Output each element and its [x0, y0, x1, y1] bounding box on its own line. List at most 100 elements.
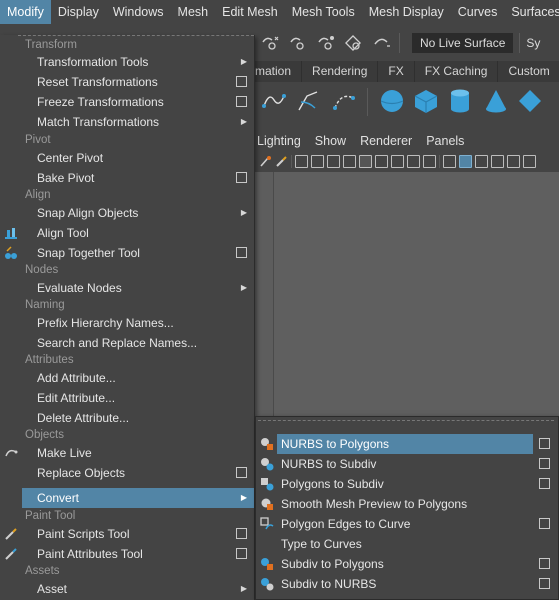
tab-fx[interactable]: FX	[378, 61, 415, 82]
menu-item-bake-pivot[interactable]: Bake Pivot	[22, 168, 254, 188]
nurbs-cone-icon[interactable]	[483, 88, 509, 114]
menu-item-label: Edit Attribute...	[37, 391, 116, 405]
option-box-icon[interactable]	[236, 548, 247, 559]
menu-item-evaluate-nodes[interactable]: Evaluate Nodes ▶	[22, 278, 254, 298]
menu-item-delete-attribute[interactable]: Delete Attribute...	[22, 408, 254, 428]
film-gate-icon[interactable]	[311, 154, 324, 168]
ep-curve-icon[interactable]	[295, 88, 321, 114]
menu-item-match-transformations[interactable]: Match Transformations ▶	[22, 112, 254, 132]
submenu-item-smooth-mesh-preview[interactable]: Smooth Mesh Preview to Polygons	[277, 494, 533, 514]
tab-animation[interactable]: mation	[255, 61, 303, 82]
nurbs-sphere-icon[interactable]	[379, 88, 405, 114]
submenu-item-nurbs-to-subdiv[interactable]: NURBS to Subdiv	[277, 454, 533, 474]
menu-item-search-replace-names[interactable]: Search and Replace Names...	[22, 333, 254, 353]
nurbs-cube-icon[interactable]	[413, 88, 439, 114]
brush-icon[interactable]	[275, 155, 288, 168]
menu-item-make-live[interactable]: Make Live	[22, 443, 254, 463]
option-box-icon[interactable]	[236, 172, 247, 183]
menu-windows[interactable]: Windows	[106, 0, 171, 24]
option-box-icon[interactable]	[236, 76, 247, 87]
submenu-item-polygons-to-subdiv[interactable]: Polygons to Subdiv	[277, 474, 533, 494]
smooth-shade-icon[interactable]	[459, 154, 472, 168]
option-box-icon[interactable]	[539, 558, 550, 569]
menu-item-convert[interactable]: Convert ▶	[22, 488, 254, 508]
tab-rendering[interactable]: Rendering	[302, 61, 379, 82]
menu-item-snap-together-tool[interactable]: Snap Together Tool	[22, 243, 254, 263]
wireframe-icon[interactable]	[443, 154, 456, 168]
snap-to-grid-icon[interactable]	[259, 33, 281, 53]
tab-custom[interactable]: Custom	[498, 61, 559, 82]
menu-item-paint-scripts-tool[interactable]: Paint Scripts Tool	[22, 524, 254, 544]
panel-menu-renderer[interactable]: Renderer	[360, 134, 412, 148]
menu-item-label: Snap Align Objects	[37, 206, 139, 220]
gate-mask-icon[interactable]	[343, 154, 356, 168]
menu-mesh-display[interactable]: Mesh Display	[362, 0, 451, 24]
menu-modify[interactable]: Modify	[0, 0, 51, 24]
menu-item-center-pivot[interactable]: Center Pivot	[22, 148, 254, 168]
safe-action-icon[interactable]	[375, 154, 388, 168]
menu-item-label: Search and Replace Names...	[37, 336, 198, 350]
menu-item-paint-attributes-tool[interactable]: Paint Attributes Tool	[22, 544, 254, 564]
menu-item-label: Align Tool	[37, 226, 89, 240]
isolate-icon[interactable]	[423, 154, 436, 168]
menu-item-replace-objects[interactable]: Replace Objects	[22, 463, 254, 483]
curve-tool-icon[interactable]	[261, 88, 287, 114]
text-overlay-icon[interactable]	[407, 154, 420, 168]
option-box-icon[interactable]	[236, 467, 247, 478]
snap-to-view-plane-icon[interactable]	[343, 33, 365, 53]
submenu-item-subdiv-to-nurbs[interactable]: Subdiv to NURBS	[277, 574, 533, 594]
option-box-icon[interactable]	[539, 518, 550, 529]
panel-menu-show[interactable]: Show	[315, 134, 346, 148]
menu-item-edit-attribute[interactable]: Edit Attribute...	[22, 388, 254, 408]
textured-icon[interactable]	[491, 154, 504, 168]
menu-item-align-tool[interactable]: Align Tool	[22, 223, 254, 243]
menu-surfaces[interactable]: Surfaces	[504, 0, 559, 24]
select-camera-icon[interactable]	[259, 155, 272, 168]
make-live-icon[interactable]	[371, 33, 393, 53]
menu-item-freeze-transformations[interactable]: Freeze Transformations	[22, 92, 254, 112]
menu-edit-mesh[interactable]: Edit Mesh	[215, 0, 285, 24]
field-chart-icon[interactable]	[359, 154, 372, 168]
symmetry-field[interactable]: Sy	[526, 36, 540, 50]
menu-item-add-attribute[interactable]: Add Attribute...	[22, 368, 254, 388]
menu-item-transformation-tools[interactable]: Transformation Tools ▶	[22, 52, 254, 72]
menu-item-prefix-hierarchy-names[interactable]: Prefix Hierarchy Names...	[22, 313, 254, 333]
menu-item-asset[interactable]: Asset ▶	[22, 579, 254, 599]
option-box-icon[interactable]	[236, 96, 247, 107]
menu-item-snap-align-objects[interactable]: Snap Align Objects ▶	[22, 203, 254, 223]
option-box-icon[interactable]	[539, 578, 550, 589]
panel-menu-panels[interactable]: Panels	[426, 134, 464, 148]
option-box-icon[interactable]	[539, 458, 550, 469]
use-all-lights-icon[interactable]	[507, 154, 520, 168]
option-box-icon[interactable]	[539, 478, 550, 489]
snap-to-point-icon[interactable]	[315, 33, 337, 53]
submenu-item-polygon-edges-to-curve[interactable]: Polygon Edges to Curve	[277, 514, 533, 534]
menu-mesh-tools[interactable]: Mesh Tools	[285, 0, 362, 24]
resolution-gate-icon[interactable]	[327, 154, 340, 168]
option-box-icon[interactable]	[236, 247, 247, 258]
menu-display[interactable]: Display	[51, 0, 106, 24]
nurbs-cylinder-icon[interactable]	[447, 88, 473, 114]
submenu-tearoff[interactable]	[258, 420, 554, 423]
nurbs-plane-icon[interactable]	[517, 88, 543, 114]
wireframe-on-shaded-icon[interactable]	[475, 154, 488, 168]
live-surface-field[interactable]: No Live Surface	[412, 33, 514, 53]
section-naming: Naming	[25, 299, 65, 311]
tab-fx-caching[interactable]: FX Caching	[415, 61, 499, 82]
safe-title-icon[interactable]	[391, 154, 404, 168]
bezier-curve-icon[interactable]	[331, 88, 357, 114]
submenu-item-type-to-curves[interactable]: Type to Curves	[277, 534, 533, 554]
panel-menu-lighting[interactable]: Lighting	[257, 134, 301, 148]
menu-item-reset-transformations[interactable]: Reset Transformations	[22, 72, 254, 92]
snap-to-curve-icon[interactable]	[287, 33, 309, 53]
nurbs-to-subdiv-icon	[261, 458, 274, 471]
submenu-item-subdiv-to-polygons[interactable]: Subdiv to Polygons	[277, 554, 533, 574]
shadows-icon[interactable]	[523, 154, 536, 168]
menu-curves[interactable]: Curves	[451, 0, 505, 24]
option-box-icon[interactable]	[236, 528, 247, 539]
menu-item-label: Replace Objects	[37, 466, 126, 480]
grid-icon[interactable]	[295, 154, 308, 168]
option-box-icon[interactable]	[539, 438, 550, 449]
menu-mesh[interactable]: Mesh	[171, 0, 216, 24]
submenu-item-nurbs-to-polygons[interactable]: NURBS to Polygons	[277, 434, 533, 454]
